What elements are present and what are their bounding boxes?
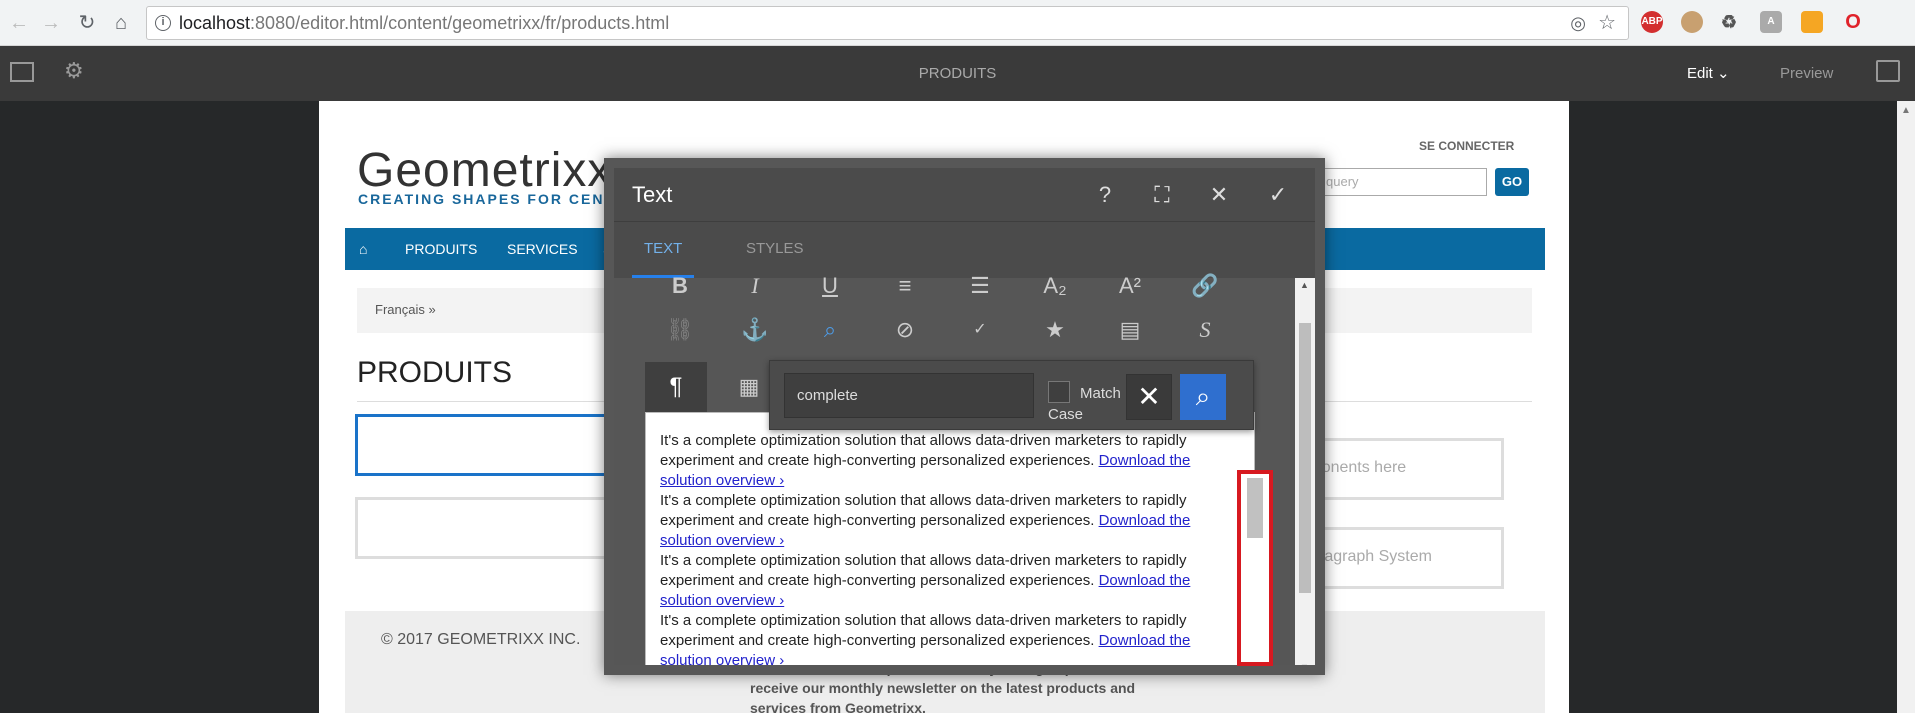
site-logo: Geometrixx	[357, 144, 613, 197]
editor-paragraph: It's a complete optimization solution th…	[660, 612, 1191, 669]
match-label: Match	[1080, 385, 1121, 402]
table-icon[interactable]: ▦	[729, 367, 769, 407]
search-icon: ⌕	[1195, 381, 1211, 411]
italic-icon[interactable]: I	[735, 266, 775, 306]
site-tagline: CREATING SHAPES FOR CENTU	[358, 191, 628, 207]
find-input[interactable]: complete	[784, 373, 1034, 418]
star-icon[interactable]: ☆	[1598, 7, 1616, 39]
source-edit-icon[interactable]: ▤	[1110, 310, 1150, 350]
underline-icon[interactable]: U	[810, 266, 850, 306]
page-title: PRODUITS	[918, 65, 997, 82]
dialog-content: B I U ≡ ☰ A₂ A² 🔗 ⛓ ⚓ ⌕ ⊘ ✓ ★ ▤ S ¶ ▦ It…	[614, 273, 1315, 669]
reload-icon[interactable]: ↻	[74, 10, 100, 36]
page-heading: PRODUITS	[357, 356, 513, 389]
list-icon[interactable]: ☰	[960, 266, 1000, 306]
site-search-input[interactable]: query	[1319, 168, 1487, 196]
spellcheck-icon[interactable]: ✓	[960, 310, 1000, 350]
subscript-icon[interactable]: A₂	[1035, 266, 1075, 306]
url-host: localhost	[179, 13, 251, 33]
close-icon[interactable]: ✕	[1204, 180, 1234, 210]
site-search-go-button[interactable]: GO	[1495, 168, 1529, 196]
chevron-down-icon: ⌄	[1717, 65, 1730, 82]
confirm-check-icon[interactable]: ✓	[1263, 180, 1293, 210]
url-path: :8080/editor.html/content/geometrixx/fr/…	[250, 13, 670, 33]
link-icon[interactable]: 🔗	[1185, 266, 1225, 306]
scroll-up-icon[interactable]: ▲	[1300, 280, 1309, 290]
help-icon[interactable]: ?	[1090, 180, 1120, 210]
back-arrow-icon[interactable]: ←	[6, 10, 32, 36]
editor-paragraph: It's a complete optimization solution th…	[660, 492, 1191, 549]
fullscreen-icon[interactable]: ⛶	[1147, 180, 1177, 210]
find-close-button[interactable]: ✕	[1126, 374, 1172, 420]
editor-toolbar: ⚙ PRODUITS Edit ⌄ Preview	[0, 46, 1915, 101]
dialog-title: Text	[632, 182, 673, 207]
location-icon[interactable]: ◎	[1570, 7, 1586, 39]
extension-icon[interactable]	[1681, 11, 1703, 33]
justify-icon[interactable]: ≡	[885, 266, 925, 306]
dialog-scrollbar[interactable]: ▲ ▼	[1295, 278, 1315, 665]
find-icon[interactable]: ⌕	[810, 310, 850, 350]
shopping-icon[interactable]	[1801, 11, 1823, 33]
nav-item-services[interactable]: SERVICES	[507, 228, 578, 270]
close-icon: ✕	[1137, 381, 1161, 412]
anchor-icon[interactable]: ⚓	[735, 310, 775, 350]
annotate-icon[interactable]	[1876, 60, 1900, 82]
scroll-up-icon[interactable]: ▲	[1901, 105, 1911, 116]
unlink-icon[interactable]: ⛓	[660, 310, 700, 350]
nav-item-products[interactable]: PRODUITS	[405, 228, 477, 270]
preview-button[interactable]: Preview	[1780, 65, 1833, 82]
home-icon[interactable]: ⌂	[359, 228, 367, 270]
scroll-down-icon[interactable]: ▼	[1300, 662, 1309, 665]
dialog-header: Text ? ⛶ ✕ ✓	[614, 168, 1315, 222]
match-case-checkbox[interactable]	[1048, 381, 1070, 403]
rich-text-editor[interactable]: It's a complete optimization solution th…	[645, 412, 1255, 669]
styles-icon[interactable]: S	[1185, 310, 1225, 350]
editor-paragraph: It's a complete optimization solution th…	[660, 432, 1191, 489]
extension-a-icon[interactable]: A	[1760, 11, 1782, 33]
replace-icon[interactable]: ⊘	[885, 310, 925, 350]
editor-scrollbar-thumb[interactable]	[1247, 478, 1263, 538]
address-bar[interactable]: i localhost:8080/editor.html/content/geo…	[146, 6, 1629, 40]
info-icon[interactable]: i	[155, 15, 171, 31]
paragraph-format-icon[interactable]: ¶	[645, 362, 707, 412]
login-link[interactable]: SE CONNECTER	[1419, 139, 1514, 153]
copyright: © 2017 GEOMETRIXX INC.	[381, 631, 581, 648]
home-icon[interactable]: ⌂	[108, 10, 134, 36]
find-search-button[interactable]: ⌕	[1180, 374, 1226, 420]
forward-arrow-icon[interactable]: →	[38, 10, 64, 36]
edit-mode-button[interactable]: Edit ⌄	[1687, 64, 1730, 82]
case-label: Case	[1048, 406, 1084, 423]
page-scrollbar[interactable]: ▲	[1897, 101, 1915, 713]
editor-paragraph: It's a complete optimization solution th…	[660, 552, 1191, 609]
opera-icon[interactable]: O	[1842, 11, 1864, 33]
editor-scrollbar-highlight[interactable]	[1237, 470, 1273, 666]
recycle-icon[interactable]: ♻	[1718, 11, 1740, 33]
find-toolbar: complete Match Case ✕ ⌕	[769, 360, 1254, 430]
superscript-icon[interactable]: A²	[1110, 266, 1150, 306]
scrollbar-thumb[interactable]	[1299, 323, 1311, 593]
browser-chrome: ← → ↻ ⌂ i localhost:8080/editor.html/con…	[0, 0, 1915, 46]
adblock-icon[interactable]: ABP	[1641, 11, 1663, 33]
bold-icon[interactable]: B	[660, 266, 700, 306]
special-chars-icon[interactable]: ★	[1035, 310, 1075, 350]
text-dialog: Text ? ⛶ ✕ ✓ TEXT STYLES B I U ≡ ☰ A₂ A²…	[604, 158, 1325, 675]
